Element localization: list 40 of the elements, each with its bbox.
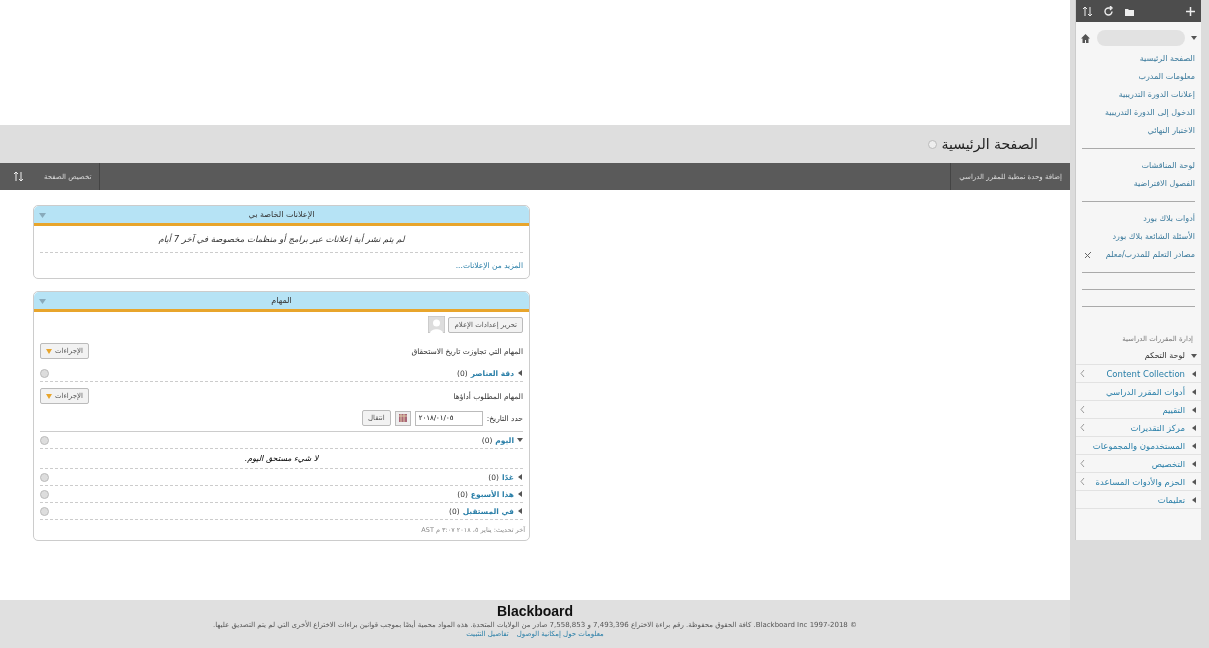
course-menu-link[interactable]: الدخول إلى الدورة التدريبية [1105, 104, 1195, 122]
course-menu-link[interactable]: الفصول الافتراضية [1133, 175, 1195, 193]
management-link[interactable]: التقييم [1162, 404, 1185, 415]
management-link[interactable]: المستخدمون والمجموعات [1092, 440, 1185, 451]
management-link[interactable]: التخصيص [1151, 458, 1185, 469]
course-menu-link[interactable]: الصفحة الرئيسية [1139, 50, 1195, 68]
add-icon[interactable] [1186, 6, 1195, 16]
course-menu-link[interactable]: الأسئلة الشائعة بلاك بورد [1112, 228, 1195, 246]
course-menu-link[interactable]: إعلانات الدورة التدريبية [1118, 86, 1195, 104]
refresh-icon[interactable] [1103, 5, 1114, 17]
caret-icon[interactable] [39, 213, 46, 218]
management-link[interactable]: تعليمات [1157, 494, 1185, 505]
dropdown-arrow-icon [46, 393, 52, 399]
course-menu-link[interactable]: لوحة المناقشات [1141, 157, 1195, 175]
management-link[interactable]: الحزم والأدوات المساعدة [1095, 476, 1185, 487]
module-title: الإعلانات الخاصة بي [248, 210, 315, 219]
management-link[interactable]: أدوات المقرر الدراسي [1105, 386, 1185, 397]
caret-icon [1191, 35, 1197, 41]
course-menu-link[interactable]: الاختبار النهائي [1147, 122, 1195, 140]
home-icon[interactable] [1080, 32, 1091, 44]
options-icon[interactable] [928, 139, 938, 149]
options-icon[interactable] [40, 368, 49, 378]
empty-message: لا شيء مستحق اليوم. [40, 449, 523, 469]
announcement-message: لم يتم نشر أية إعلانات عبر برامج أو منظمات مخصوصة في آخر 7 أيام [40, 226, 523, 253]
dropdown-arrow-icon [46, 348, 52, 354]
sort-icon [12, 171, 24, 182]
management-link[interactable]: Content Collection [1106, 368, 1185, 379]
course-menu-link[interactable]: معلومات المدرب [1138, 68, 1195, 86]
course-menu-link[interactable]: أدوات بلاك بورد [1143, 210, 1195, 228]
footer-logo: Blackboard [496, 603, 574, 619]
sort-icon[interactable] [1082, 5, 1093, 17]
caret-icon[interactable] [39, 299, 46, 304]
calendar-icon[interactable] [394, 410, 411, 426]
avatar-icon [428, 316, 446, 333]
management-link[interactable]: لوحة التحكم [1144, 351, 1185, 360]
options-icon[interactable] [40, 435, 49, 445]
management-link[interactable]: مركز التقديرات [1130, 422, 1185, 433]
course-menu-link[interactable]: مصادر التعلم للمدرب/معلم [1083, 246, 1195, 264]
module-title: المهام [271, 296, 292, 305]
page-title: الصفحة الرئيسية [941, 136, 1038, 152]
